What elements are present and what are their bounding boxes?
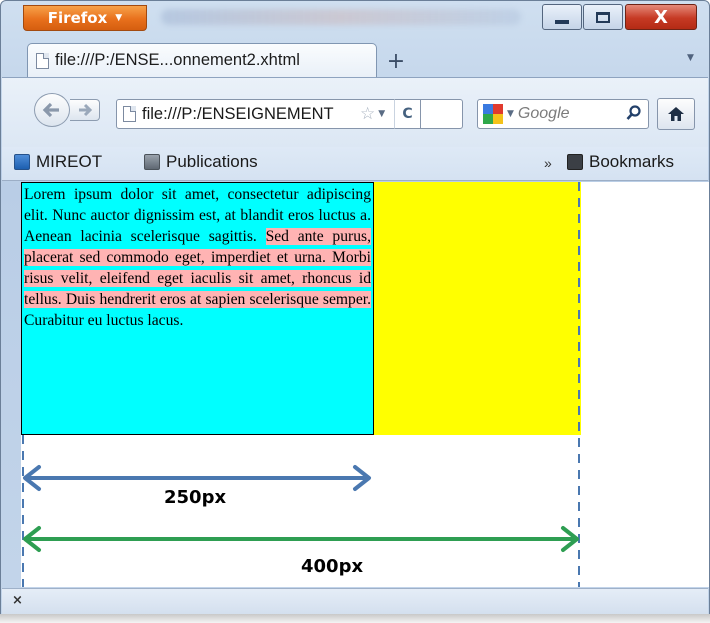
search-icon xyxy=(626,105,641,120)
dimension-annotations xyxy=(22,182,580,587)
url-tools: ☆ ▼ xyxy=(360,99,398,129)
bookmark-item-publications[interactable]: Publications xyxy=(144,152,258,172)
new-tab-button[interactable]: + xyxy=(381,46,411,76)
reload-icon: C xyxy=(402,106,413,122)
close-window-button[interactable]: X xyxy=(625,4,697,30)
outer-width-arrow xyxy=(23,526,579,552)
minimize-button[interactable] xyxy=(542,4,582,30)
inner-width-arrow xyxy=(23,465,371,491)
outer-width-label: 400px xyxy=(301,556,364,577)
bookmarks-toolbar: MIREOT Publications » Bookmarks xyxy=(2,147,708,181)
minimize-icon xyxy=(555,20,569,24)
home-button[interactable] xyxy=(657,98,695,130)
bookmark-item-mireot[interactable]: MIREOT xyxy=(14,152,102,172)
bookmarks-menu-label: Bookmarks xyxy=(589,152,675,171)
page-icon xyxy=(36,52,49,69)
window-shadow xyxy=(0,614,710,623)
bookmark-page-icon xyxy=(144,154,160,170)
back-button[interactable] xyxy=(34,93,70,127)
firefox-menu-button[interactable]: Firefox ▼ xyxy=(23,5,147,31)
back-forward-group xyxy=(34,93,112,127)
bookmarks-menu-icon xyxy=(567,154,583,170)
tab-list-chevron-icon[interactable]: ▼ xyxy=(687,53,694,63)
bookmark-label: Publications xyxy=(166,152,258,171)
history-dropdown-icon[interactable]: ▼ xyxy=(378,109,385,119)
bookmark-label: MIREOT xyxy=(36,152,103,171)
arrow-left-icon xyxy=(42,102,59,118)
bookmarks-menu-button[interactable]: Bookmarks xyxy=(567,152,674,172)
find-bar: × xyxy=(2,588,708,615)
blurred-toolbar-icons xyxy=(161,9,521,25)
plus-icon: + xyxy=(386,48,406,74)
navigation-toolbar: file:///P:/ENSEIGNEMENT ☆ ▼ C ▼ Google xyxy=(2,77,708,147)
maximize-button[interactable] xyxy=(583,4,623,30)
forward-button[interactable] xyxy=(70,99,100,121)
close-icon[interactable]: × xyxy=(12,593,23,608)
home-icon xyxy=(668,107,684,121)
magnifier-icon[interactable] xyxy=(626,105,642,125)
chevron-down-icon: ▼ xyxy=(115,13,123,23)
tab-active[interactable]: file:///P:/ENSE...onnement2.xhtml xyxy=(27,43,377,77)
tab-title: file:///P:/ENSE...onnement2.xhtml xyxy=(55,51,300,69)
firefox-menu-label: Firefox xyxy=(47,9,108,27)
tab-strip: file:///P:/ENSE...onnement2.xhtml + ▼ xyxy=(1,43,709,77)
bookmarks-overflow-chevron-icon[interactable]: » xyxy=(544,155,552,171)
search-placeholder: Google xyxy=(517,105,570,122)
close-icon: X xyxy=(654,6,668,28)
inner-width-label: 250px xyxy=(164,487,227,508)
arrow-right-icon xyxy=(78,103,92,117)
maximize-icon xyxy=(596,11,610,23)
page-content: Lorem ipsum dolor sit amet, consectetur … xyxy=(21,182,709,587)
page-icon xyxy=(123,106,136,122)
star-icon[interactable]: ☆ xyxy=(360,104,375,124)
url-text[interactable]: file:///P:/ENSEIGNEMENT xyxy=(142,105,334,124)
search-engine-dropdown-icon[interactable]: ▼ xyxy=(507,109,514,119)
google-icon xyxy=(483,104,503,124)
bookmark-page-icon xyxy=(14,154,30,170)
browser-window: Firefox ▼ X file:///P:/ENSE...onnement2.… xyxy=(0,0,710,623)
reload-button[interactable]: C xyxy=(394,99,421,129)
title-bar: Firefox ▼ X xyxy=(1,1,709,35)
search-box[interactable]: ▼ Google xyxy=(477,99,649,129)
